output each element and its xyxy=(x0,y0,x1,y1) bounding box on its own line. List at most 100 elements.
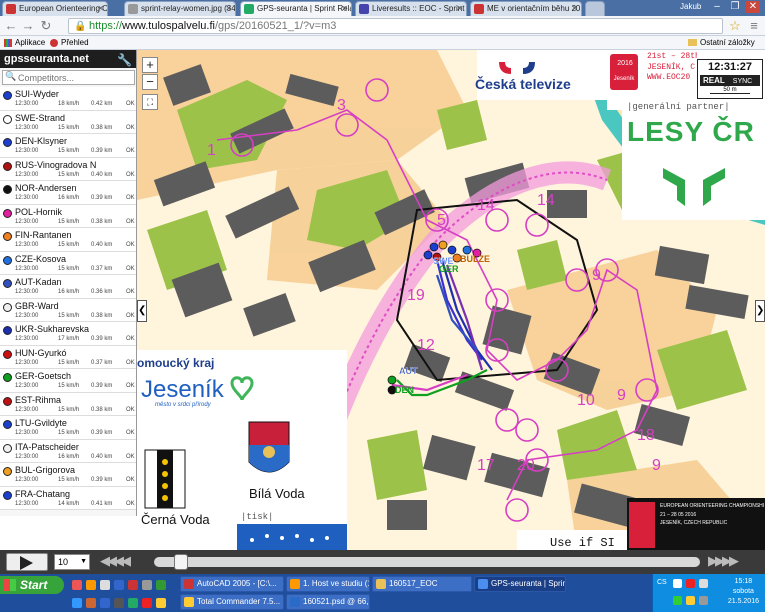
profile-name[interactable]: Jakub xyxy=(680,2,701,11)
tray-icon[interactable] xyxy=(673,579,682,588)
runner-color-icon[interactable] xyxy=(3,208,12,218)
runner-row[interactable]: NOR-Andersen 12:30:00 16 km/h 0.39 km OK xyxy=(0,181,136,205)
language-indicator[interactable]: CS xyxy=(657,579,667,586)
tray-icon[interactable] xyxy=(686,579,695,588)
runner-color-icon[interactable] xyxy=(3,349,12,359)
quicklaunch-icon[interactable] xyxy=(86,598,96,608)
timeline-slider[interactable] xyxy=(154,554,700,570)
orienteering-map[interactable]: 13 5 14 14 99 18 10 20 17 12 19 9 SWE GER BUL… xyxy=(137,50,765,550)
runner-color-icon[interactable] xyxy=(3,302,12,312)
reload-icon[interactable]: ↻ xyxy=(38,18,54,34)
tab-european-orienteering[interactable]: European Orienteering Cha ✕ xyxy=(2,1,108,16)
wrench-icon[interactable]: 🔧 xyxy=(117,51,132,69)
task-host-ve-studiu[interactable]: 1. Host ve studiu (13.... xyxy=(286,576,370,592)
play-button[interactable] xyxy=(6,553,48,571)
zoom-out-button[interactable]: − xyxy=(142,74,158,90)
runner-color-icon[interactable] xyxy=(3,185,12,194)
bookmark-other[interactable]: Ostatní záložky xyxy=(700,36,755,49)
close-window-icon[interactable]: ✕ xyxy=(746,1,760,13)
runner-row[interactable]: GER-Goetsch 12:30:00 15 km/h 0.39 km OK xyxy=(0,369,136,393)
runner-row[interactable]: BUL-Grigorova 12:30:00 15 km/h 0.39 km OK xyxy=(0,463,136,487)
runner-color-icon[interactable] xyxy=(3,490,12,500)
runner-row[interactable]: POL-Hornik 12:30:00 15 km/h 0.38 km OK xyxy=(0,204,136,228)
rewind-fast-icon[interactable]: ◀◀◀◀ xyxy=(100,553,131,569)
quicklaunch-icon[interactable] xyxy=(100,580,110,590)
quicklaunch-icon[interactable] xyxy=(114,580,124,590)
task-folder-160517[interactable]: 160517_EOC xyxy=(372,576,472,592)
task-gps-seuranta[interactable]: GPS-seuranta | Sprint... xyxy=(474,576,566,592)
runner-color-icon[interactable] xyxy=(3,114,12,124)
quicklaunch-icon[interactable] xyxy=(128,598,138,608)
task-total-commander[interactable]: Total Commander 7.5... xyxy=(180,594,284,610)
runner-row[interactable]: HUN-Gyurkó 12:30:00 15 km/h 0.37 km OK xyxy=(0,345,136,369)
quicklaunch-icon[interactable] xyxy=(86,580,96,590)
runner-color-icon[interactable] xyxy=(3,91,12,100)
runner-row[interactable]: FRA-Chatang 12:30:00 14 km/h 0.41 km OK xyxy=(0,486,136,510)
runner-color-icon[interactable] xyxy=(3,279,12,288)
runner-row[interactable]: FIN-Rantanen 12:30:00 15 km/h 0.40 km OK xyxy=(0,228,136,252)
quicklaunch-icon[interactable] xyxy=(156,580,166,590)
runner-color-icon[interactable] xyxy=(3,420,12,429)
bookmark-star-icon[interactable]: ☆ xyxy=(727,18,743,34)
runner-color-icon[interactable] xyxy=(3,396,12,406)
close-tab-icon[interactable]: ✕ xyxy=(225,2,232,15)
forward-icon[interactable]: → xyxy=(20,18,36,34)
bookmark-prehled[interactable]: Přehled xyxy=(61,36,89,49)
quicklaunch-icon[interactable] xyxy=(72,598,82,608)
runner-row[interactable]: SUI-Wyder 12:30:00 18 km/h 0.42 km OK xyxy=(0,87,136,111)
tab-sprint-relay-women[interactable]: sprint-relay-women.jpg (349 ✕ xyxy=(124,1,236,16)
runner-row[interactable]: GBR-Ward 12:30:00 15 km/h 0.38 km OK xyxy=(0,298,136,322)
maximize-icon[interactable]: ❐ xyxy=(728,1,742,13)
close-tab-icon[interactable]: ✕ xyxy=(456,2,463,15)
url-input[interactable]: 🔒 https://www.tulospalvelu.fi/gps/201605… xyxy=(68,18,723,34)
new-tab-button[interactable] xyxy=(585,1,605,16)
timeline-knob[interactable] xyxy=(174,554,188,570)
menu-icon[interactable]: ≡ xyxy=(746,18,762,34)
task-photoshop[interactable]: 160521.psd @ 66,7... xyxy=(286,594,370,610)
runner-color-icon[interactable] xyxy=(3,373,12,382)
tab-liveresults[interactable]: Liveresults :: EOC - Sprint R ✕ xyxy=(355,1,467,16)
real-mode-label[interactable]: REAL xyxy=(703,76,725,85)
runner-row[interactable]: LTU-Gvildyte 12:30:00 15 km/h 0.39 km OK xyxy=(0,416,136,440)
expand-right-panel-arrow[interactable]: ❯ xyxy=(755,300,765,322)
task-autocad[interactable]: AutoCAD 2005 - [C:\... xyxy=(180,576,284,592)
runner-row[interactable]: DEN-Klsyner 12:30:00 15 km/h 0.39 km OK xyxy=(0,134,136,158)
runner-color-icon[interactable] xyxy=(3,232,12,241)
quicklaunch-icon[interactable] xyxy=(128,580,138,590)
runner-row[interactable]: ITA-Patscheider 12:30:00 16 km/h 0.40 km OK xyxy=(0,439,136,463)
runner-row[interactable]: UKR-Sukharevska 12:30:00 17 km/h 0.39 km OK xyxy=(0,322,136,346)
close-tab-icon[interactable]: ✕ xyxy=(571,2,578,15)
runner-row[interactable]: CZE-Kosova 12:30:00 15 km/h 0.37 km OK xyxy=(0,251,136,275)
close-tab-icon[interactable]: ✕ xyxy=(97,2,104,15)
collapse-sidebar-arrow[interactable]: ❮ xyxy=(137,300,147,322)
quicklaunch-icon[interactable] xyxy=(142,580,152,590)
minimize-icon[interactable]: – xyxy=(710,1,724,13)
start-button[interactable]: Start xyxy=(0,576,64,594)
tray-icon[interactable] xyxy=(686,596,695,605)
runner-row[interactable]: RUS-Vinogradova N 12:30:00 15 km/h 0.40 km O… xyxy=(0,157,136,181)
sync-label[interactable]: SYNC xyxy=(733,78,752,85)
tab-me-orientacni-beh[interactable]: ME v orientačním běhu 2016 ✕ xyxy=(470,1,582,16)
fullscreen-button[interactable]: ⛶ xyxy=(142,94,158,110)
zoom-in-button[interactable]: + xyxy=(142,57,158,73)
runner-row[interactable]: AUT-Kadan 12:30:00 16 km/h 0.36 km OK xyxy=(0,275,136,299)
runner-color-icon[interactable] xyxy=(3,161,12,171)
close-tab-icon[interactable]: ✕ xyxy=(341,2,348,15)
runner-color-icon[interactable] xyxy=(3,255,12,265)
runner-color-icon[interactable] xyxy=(3,467,12,476)
runner-color-icon[interactable] xyxy=(3,326,12,335)
runner-color-icon[interactable] xyxy=(3,138,12,147)
quicklaunch-icon[interactable] xyxy=(114,598,124,608)
quicklaunch-icon[interactable] xyxy=(156,598,166,608)
bookmark-apps[interactable]: Aplikace xyxy=(15,36,45,49)
forward-fast-icon[interactable]: ▶▶▶▶ xyxy=(708,553,739,569)
speed-select[interactable]: 10 ▼ xyxy=(54,554,90,570)
tray-clock[interactable]: 15:18 sobota 21.5.2016 xyxy=(728,577,759,607)
runner-color-icon[interactable] xyxy=(3,443,12,453)
tray-icon[interactable] xyxy=(673,596,682,605)
quicklaunch-icon[interactable] xyxy=(100,598,110,608)
quicklaunch-icon[interactable] xyxy=(72,580,82,590)
runner-row[interactable]: EST-Rihma 12:30:00 15 km/h 0.38 km OK xyxy=(0,392,136,416)
tab-gps-seuranta[interactable]: GPS-seuranta | Sprint Relay ✕ xyxy=(240,1,352,16)
back-icon[interactable]: ← xyxy=(3,18,19,34)
